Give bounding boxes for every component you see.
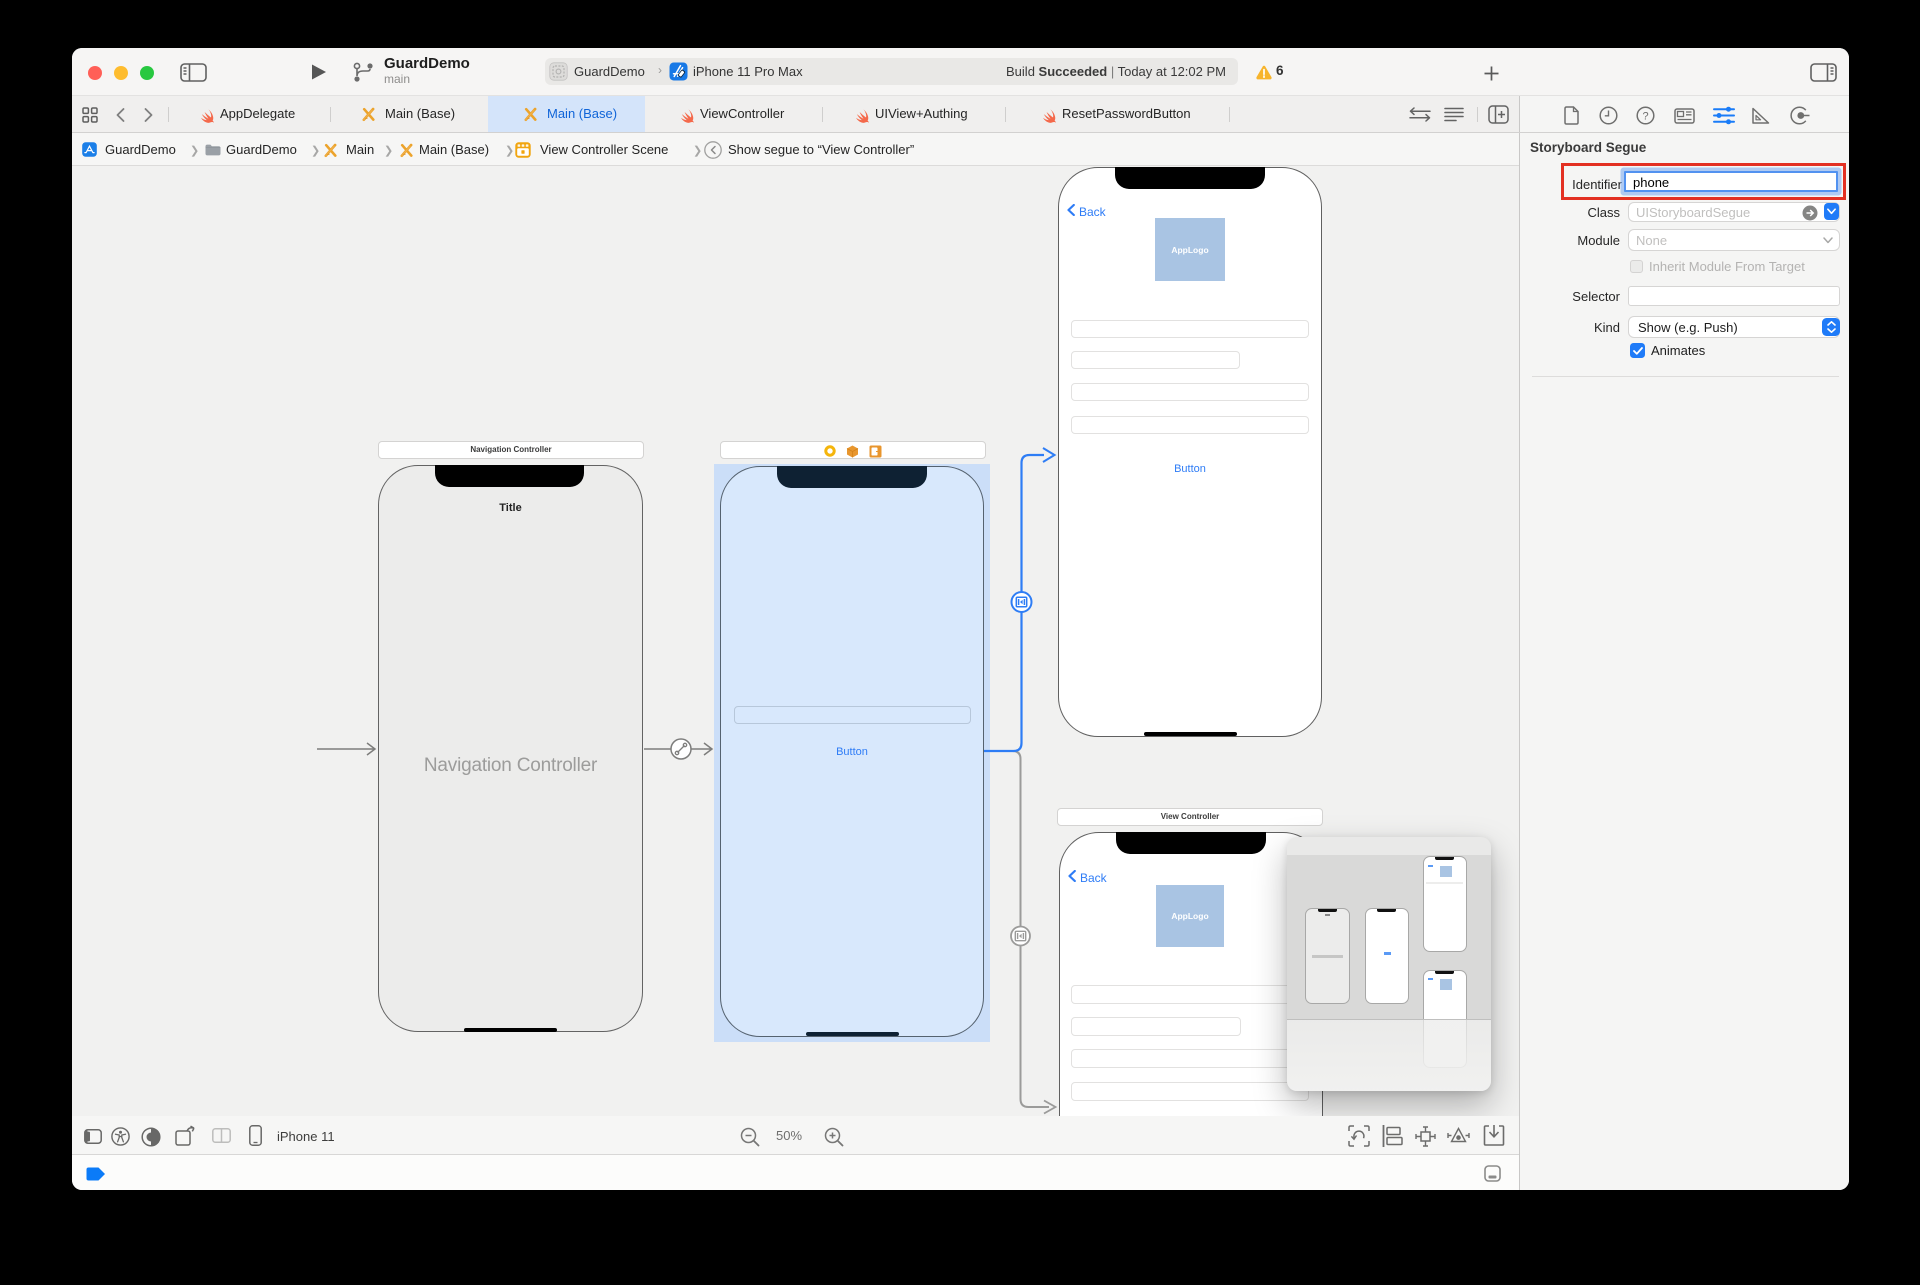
- svg-text:?: ?: [1642, 110, 1648, 122]
